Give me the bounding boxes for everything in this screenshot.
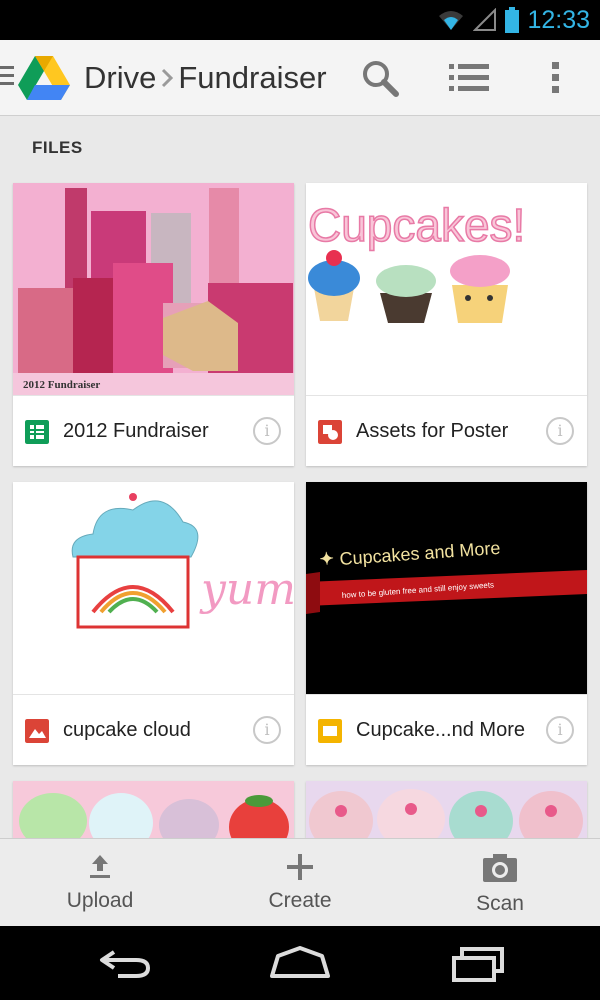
file-card[interactable]: 2012 Fundraiser 2012 Fundraiser i <box>13 183 294 466</box>
file-thumbnail: 2012 Fundraiser <box>13 183 294 395</box>
upload-icon <box>90 855 110 878</box>
info-icon[interactable]: i <box>546 716 574 744</box>
drawing-icon <box>318 420 342 444</box>
upload-label: Upload <box>66 889 134 912</box>
signal-icon <box>473 8 497 31</box>
spreadsheet-icon <box>25 420 49 444</box>
svg-text:✦: ✦ <box>319 549 335 569</box>
drive-logo[interactable] <box>18 54 70 100</box>
file-thumbnail <box>306 781 587 838</box>
chevron-right-icon <box>162 68 174 88</box>
file-thumbnail <box>13 781 294 838</box>
breadcrumb: Drive Fundraiser <box>84 58 327 98</box>
file-thumbnail: yum! <box>13 482 294 694</box>
section-title: FILES <box>32 138 83 157</box>
recents-icon[interactable] <box>450 946 506 982</box>
back-icon[interactable] <box>96 944 156 984</box>
info-icon[interactable]: i <box>253 716 281 744</box>
camera-icon <box>483 854 517 882</box>
plus-icon <box>287 854 313 880</box>
image-icon <box>25 719 49 743</box>
menu-icon[interactable] <box>0 66 14 90</box>
create-button[interactable]: Create <box>220 839 380 927</box>
info-icon[interactable]: i <box>253 417 281 445</box>
list-view-icon[interactable] <box>449 60 489 96</box>
breadcrumb-current: Fundraiser <box>178 60 327 95</box>
bottom-action-bar: Upload Create Scan <box>0 838 600 926</box>
thumb-caption: 2012 Fundraiser <box>23 379 100 391</box>
file-card[interactable]: Cupcakes! Assets for Poster i <box>306 183 587 466</box>
upload-button[interactable]: Upload <box>20 839 180 927</box>
system-nav-bar <box>0 926 600 1000</box>
battery-icon <box>505 7 520 33</box>
scan-button[interactable]: Scan <box>420 839 580 927</box>
thumb-caption: yum! <box>199 564 294 615</box>
thumb-caption: Cupcakes! <box>308 199 525 251</box>
file-footer: Cupcake...nd More i <box>306 694 587 764</box>
action-bar: Drive Fundraiser <box>0 40 600 116</box>
file-name: Cupcake...nd More <box>356 719 525 741</box>
file-thumbnail: ✦ Cupcakes and More how to be gluten fre… <box>306 482 587 694</box>
home-icon[interactable] <box>268 946 332 982</box>
info-icon[interactable]: i <box>546 417 574 445</box>
wifi-icon <box>439 11 464 30</box>
file-card[interactable]: yum! cupcake cloud i <box>13 482 294 765</box>
file-card[interactable]: ✦ Cupcakes and More how to be gluten fre… <box>306 482 587 765</box>
scan-label: Scan <box>476 892 524 915</box>
create-label: Create <box>268 889 332 912</box>
file-footer: cupcake cloud i <box>13 694 294 764</box>
status-bar: 12:33 <box>0 0 600 40</box>
file-footer: 2012 Fundraiser i <box>13 395 294 465</box>
breadcrumb-root[interactable]: Drive <box>84 60 156 96</box>
file-card[interactable] <box>306 781 587 838</box>
overflow-icon[interactable] <box>550 60 562 96</box>
file-card[interactable] <box>13 781 294 838</box>
file-footer: Assets for Poster i <box>306 395 587 465</box>
file-name: cupcake cloud <box>63 719 191 741</box>
file-name: 2012 Fundraiser <box>63 420 209 442</box>
file-thumbnail: Cupcakes! <box>306 183 587 395</box>
file-name: Assets for Poster <box>356 420 509 442</box>
clock: 12:33 <box>527 5 590 34</box>
search-icon[interactable] <box>360 58 400 98</box>
presentation-icon <box>318 719 342 743</box>
